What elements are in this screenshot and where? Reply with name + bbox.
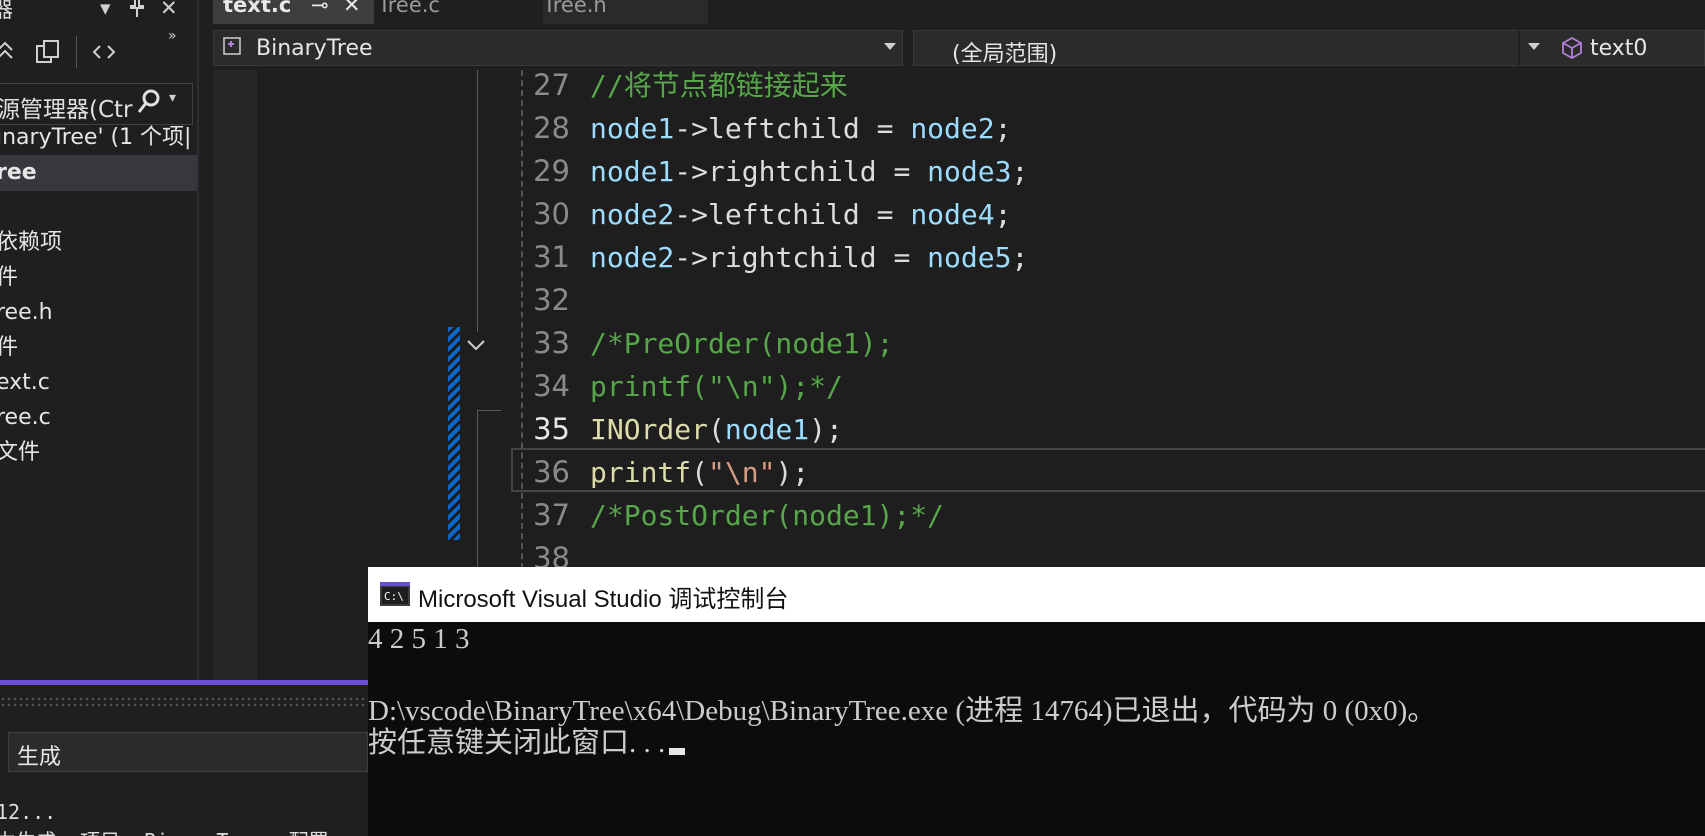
pin-icon[interactable] bbox=[128, 0, 146, 23]
tree-item-header-files[interactable]: 件 bbox=[0, 260, 18, 296]
output-line: 12... bbox=[0, 800, 57, 824]
chevron-down-icon bbox=[1528, 43, 1540, 50]
code-line[interactable]: /*PreOrder(node1); bbox=[590, 322, 893, 365]
solution-explorer-titlebar: 器 ▾ ✕ bbox=[0, 0, 199, 22]
navigation-bar: BinaryTree (全局范围) text0 bbox=[213, 28, 1705, 68]
toolbar-separator bbox=[76, 36, 77, 68]
glyph-margin[interactable] bbox=[213, 70, 257, 680]
tree-item-source-files[interactable]: 件 bbox=[0, 330, 18, 366]
line-number: 29 bbox=[533, 154, 570, 188]
line-number: 35 bbox=[533, 412, 570, 446]
tab-tree-h[interactable]: Tree.h bbox=[543, 0, 708, 24]
output-line: 力生成: 项目: BinaryTree, 配置: bbox=[0, 825, 341, 836]
close-tab-icon[interactable]: ✕ bbox=[343, 0, 361, 17]
project-icon bbox=[222, 36, 244, 64]
text-cursor bbox=[669, 748, 686, 755]
code-line[interactable]: printf("\n"); bbox=[590, 451, 809, 494]
panel-splitter[interactable] bbox=[197, 0, 199, 680]
line-number: 34 bbox=[533, 369, 570, 403]
search-placeholder: 源管理器(Ctr bbox=[0, 97, 133, 123]
tree-item-tree-h[interactable]: ree.h bbox=[0, 295, 53, 331]
code-line[interactable]: printf("\n");*/ bbox=[590, 365, 843, 408]
code-line[interactable]: /*PostOrder(node1);*/ bbox=[590, 494, 944, 537]
line-number: 30 bbox=[533, 197, 570, 231]
code-line[interactable]: node2->rightchild = node5; bbox=[590, 236, 1028, 279]
tree-item-solution[interactable]: inaryTree' (1 个项| bbox=[0, 120, 191, 156]
member-combo[interactable]: text0 bbox=[1518, 30, 1705, 66]
code-line[interactable]: INOrder(node1); bbox=[590, 408, 843, 451]
line-number: 32 bbox=[533, 283, 570, 317]
solution-explorer-toolbar: » bbox=[0, 28, 199, 74]
panel-drag-handle[interactable] bbox=[0, 696, 368, 708]
code-line[interactable]: node1->rightchild = node3; bbox=[590, 150, 1028, 193]
code-line[interactable]: node2->leftchild = node4; bbox=[590, 193, 1011, 236]
output-source-select[interactable]: 生成 bbox=[8, 732, 368, 772]
document-tabs: text.c ⊸ ✕ Tree.c Tree.h bbox=[213, 0, 1705, 24]
line-number: 31 bbox=[533, 240, 570, 274]
tab-tree-c[interactable]: Tree.c bbox=[378, 0, 530, 24]
collapse-all-icon[interactable] bbox=[0, 38, 14, 70]
console-titlebar[interactable]: C:\ Microsoft Visual Studio 调试控制台 bbox=[368, 567, 1705, 622]
tab-text-c[interactable]: text.c ⊸ ✕ bbox=[213, 0, 374, 24]
chevron-down-icon bbox=[884, 43, 896, 50]
line-number: 37 bbox=[533, 498, 570, 532]
tree-item-references[interactable]: 依赖项 bbox=[0, 225, 62, 261]
close-icon[interactable]: ✕ bbox=[160, 0, 178, 20]
tree-item-resource-files[interactable]: 文件 bbox=[0, 435, 40, 471]
change-tracking-bar bbox=[448, 327, 460, 540]
line-number: 33 bbox=[533, 326, 570, 360]
overflow-chevron-icon[interactable]: » bbox=[168, 28, 177, 44]
console-output-line: 4 2 5 1 3 bbox=[368, 623, 470, 655]
tree-item-project[interactable]: ree bbox=[0, 155, 199, 191]
svg-text:C:\: C:\ bbox=[384, 590, 404, 603]
search-icon[interactable] bbox=[137, 88, 161, 116]
cube-icon bbox=[1560, 36, 1584, 65]
view-code-icon[interactable] bbox=[92, 38, 116, 72]
fold-chevron-icon[interactable] bbox=[465, 334, 487, 356]
console-app-icon: C:\ bbox=[380, 582, 410, 606]
line-number: 28 bbox=[533, 111, 570, 145]
outline-guide bbox=[477, 70, 478, 332]
console-title: Microsoft Visual Studio 调试控制台 bbox=[418, 586, 789, 613]
copy-icon[interactable] bbox=[34, 38, 62, 72]
search-options-dropdown-icon[interactable]: ▾ bbox=[169, 90, 176, 106]
search-input[interactable]: 源管理器(Ctr ▾ bbox=[0, 83, 193, 125]
pin-tab-icon[interactable]: ⊸ bbox=[311, 0, 329, 17]
solution-explorer-panel: 器 ▾ ✕ » 源管理器(Ctr ▾ inaryTree' (1 个项| ree… bbox=[0, 0, 199, 680]
outline-guide bbox=[477, 410, 501, 411]
tree-item-text-c[interactable]: ext.c bbox=[0, 365, 50, 401]
tree-item-tree-c[interactable]: ree.c bbox=[0, 400, 51, 436]
line-number: 27 bbox=[533, 70, 570, 102]
code-line[interactable]: //将节点都链接起来 bbox=[590, 70, 848, 107]
code-line[interactable]: node1->leftchild = node2; bbox=[590, 107, 1011, 150]
project-combo[interactable]: BinaryTree bbox=[213, 30, 903, 66]
active-panel-indicator bbox=[0, 680, 368, 685]
debug-console-window[interactable]: C:\ Microsoft Visual Studio 调试控制台 4 2 5 … bbox=[368, 567, 1705, 836]
output-panel: 生成 12... 力生成: 项目: BinaryTree, 配置: bbox=[0, 712, 368, 836]
chevron-down-icon[interactable]: ▾ bbox=[100, 0, 111, 20]
panel-title: 器 bbox=[0, 0, 13, 22]
console-prompt-line: 按任意键关闭此窗口. . . bbox=[368, 719, 686, 761]
